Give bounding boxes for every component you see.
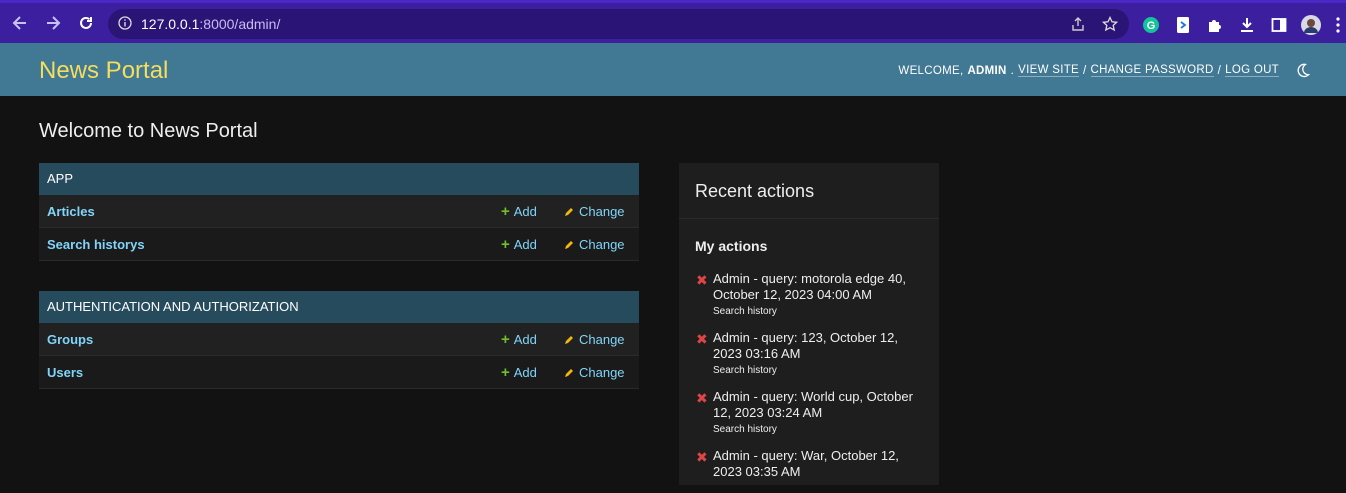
- back-arrow-icon[interactable]: [10, 13, 30, 33]
- star-icon[interactable]: [1101, 15, 1120, 32]
- share-icon[interactable]: [1070, 16, 1088, 32]
- page-title: Welcome to News Portal: [39, 120, 258, 142]
- action-link[interactable]: Admin - query: War, October 12, 2023 03:…: [713, 448, 925, 480]
- recent-actions-list: ✖ Admin - query: motorola edge 40, Octob…: [695, 271, 925, 493]
- plus-icon: +: [501, 331, 510, 348]
- url-text: 127.0.0.1:8000/admin/: [141, 16, 280, 32]
- forward-arrow-icon[interactable]: [43, 13, 63, 33]
- add-link[interactable]: + Add: [501, 332, 537, 347]
- url-path: :8000/admin/: [199, 16, 281, 32]
- model-link-articles[interactable]: Articles: [47, 204, 95, 219]
- table-row: Search historys + Add Change: [39, 228, 639, 261]
- address-bar[interactable]: 127.0.0.1:8000/admin/: [108, 9, 1129, 39]
- log-out-link[interactable]: LOG OUT: [1225, 64, 1279, 77]
- pencil-icon: [565, 335, 573, 344]
- plus-icon: +: [501, 203, 510, 220]
- change-password-link[interactable]: CHANGE PASSWORD: [1090, 64, 1214, 77]
- deletion-x-icon: ✖: [696, 449, 708, 465]
- reload-icon[interactable]: [76, 13, 96, 33]
- welcome-text: WELCOME,: [898, 64, 964, 77]
- add-label: Add: [513, 237, 537, 252]
- list-item: ✖ Admin - query: World cup, October 12, …: [695, 389, 925, 435]
- model-link-search-historys[interactable]: Search historys: [47, 237, 145, 252]
- change-label: Change: [579, 237, 625, 252]
- pencil-icon: [565, 207, 573, 216]
- model-link-groups[interactable]: Groups: [47, 332, 93, 347]
- change-link[interactable]: Change: [563, 332, 625, 347]
- add-link[interactable]: + Add: [501, 204, 537, 219]
- add-label: Add: [513, 332, 537, 347]
- table-row: Articles + Add Change: [39, 195, 639, 228]
- table-row: Users + Add Change: [39, 356, 639, 389]
- change-label: Change: [579, 365, 625, 380]
- change-label: Change: [579, 204, 625, 219]
- site-brand[interactable]: News Portal: [39, 57, 168, 85]
- action-link[interactable]: Admin - query: 123, October 12, 2023 03:…: [713, 330, 925, 362]
- pencil-icon: [565, 240, 573, 249]
- my-actions-heading: My actions: [695, 238, 768, 254]
- change-label: Change: [579, 332, 625, 347]
- url-host: 127.0.0.1: [141, 16, 200, 32]
- separator: /: [1083, 64, 1087, 77]
- list-item: ✖ Admin - query: motorola edge 40, Octob…: [695, 271, 925, 317]
- pencil-icon: [565, 368, 573, 377]
- svg-text:G: G: [1147, 20, 1156, 32]
- grammarly-icon[interactable]: G: [1141, 15, 1161, 35]
- change-link[interactable]: Change: [563, 365, 625, 380]
- username: ADMIN: [967, 64, 1007, 77]
- module-caption[interactable]: APP: [39, 163, 639, 195]
- user-tools: WELCOME, ADMIN. VIEW SITE / CHANGE PASSW…: [898, 63, 1310, 78]
- site-info-icon[interactable]: [118, 16, 132, 35]
- extensions-puzzle-icon[interactable]: [1205, 15, 1225, 35]
- extension-doc-icon[interactable]: [1173, 15, 1193, 35]
- browser-menu-icon[interactable]: [1333, 15, 1343, 35]
- side-panel-icon[interactable]: [1269, 15, 1289, 35]
- model-link-users[interactable]: Users: [47, 365, 83, 380]
- action-type: Search history: [713, 306, 777, 317]
- view-site-link[interactable]: VIEW SITE: [1018, 64, 1079, 77]
- deletion-x-icon: ✖: [696, 272, 708, 288]
- action-link[interactable]: Admin - query: World cup, October 12, 20…: [713, 389, 925, 421]
- punct: .: [1010, 64, 1015, 77]
- change-link[interactable]: Change: [563, 237, 625, 252]
- recent-actions-title: Recent actions: [679, 163, 939, 219]
- add-link[interactable]: + Add: [501, 237, 537, 252]
- add-label: Add: [513, 365, 537, 380]
- app-module-auth: AUTHENTICATION AND AUTHORIZATION Groups …: [39, 291, 639, 389]
- theme-toggle-moon-icon[interactable]: [1295, 63, 1310, 78]
- admin-header: News Portal WELCOME, ADMIN. VIEW SITE / …: [0, 43, 1346, 96]
- browser-toolbar: 127.0.0.1:8000/admin/ G: [0, 0, 1346, 43]
- table-row: Groups + Add Change: [39, 323, 639, 356]
- profile-avatar[interactable]: [1301, 15, 1321, 35]
- plus-icon: +: [501, 236, 510, 253]
- recent-actions-panel: Recent actions My actions ✖ Admin - quer…: [679, 163, 939, 485]
- action-type: Search history: [713, 424, 777, 435]
- add-link[interactable]: + Add: [501, 365, 537, 380]
- module-caption[interactable]: AUTHENTICATION AND AUTHORIZATION: [39, 291, 639, 323]
- app-module-app: APP Articles + Add Change Search historys…: [39, 163, 639, 261]
- plus-icon: +: [501, 364, 510, 381]
- action-type: Search history: [713, 365, 777, 376]
- list-item: ✖ Admin - query: 123, October 12, 2023 0…: [695, 330, 925, 376]
- add-label: Add: [513, 204, 537, 219]
- action-link[interactable]: Admin - query: motorola edge 40, October…: [713, 271, 925, 303]
- separator: /: [1217, 64, 1222, 77]
- deletion-x-icon: ✖: [696, 390, 708, 406]
- change-link[interactable]: Change: [563, 204, 625, 219]
- download-icon[interactable]: [1237, 15, 1257, 35]
- list-item: ✖ Admin - query: War, October 12, 2023 0…: [695, 448, 925, 480]
- deletion-x-icon: ✖: [696, 331, 708, 347]
